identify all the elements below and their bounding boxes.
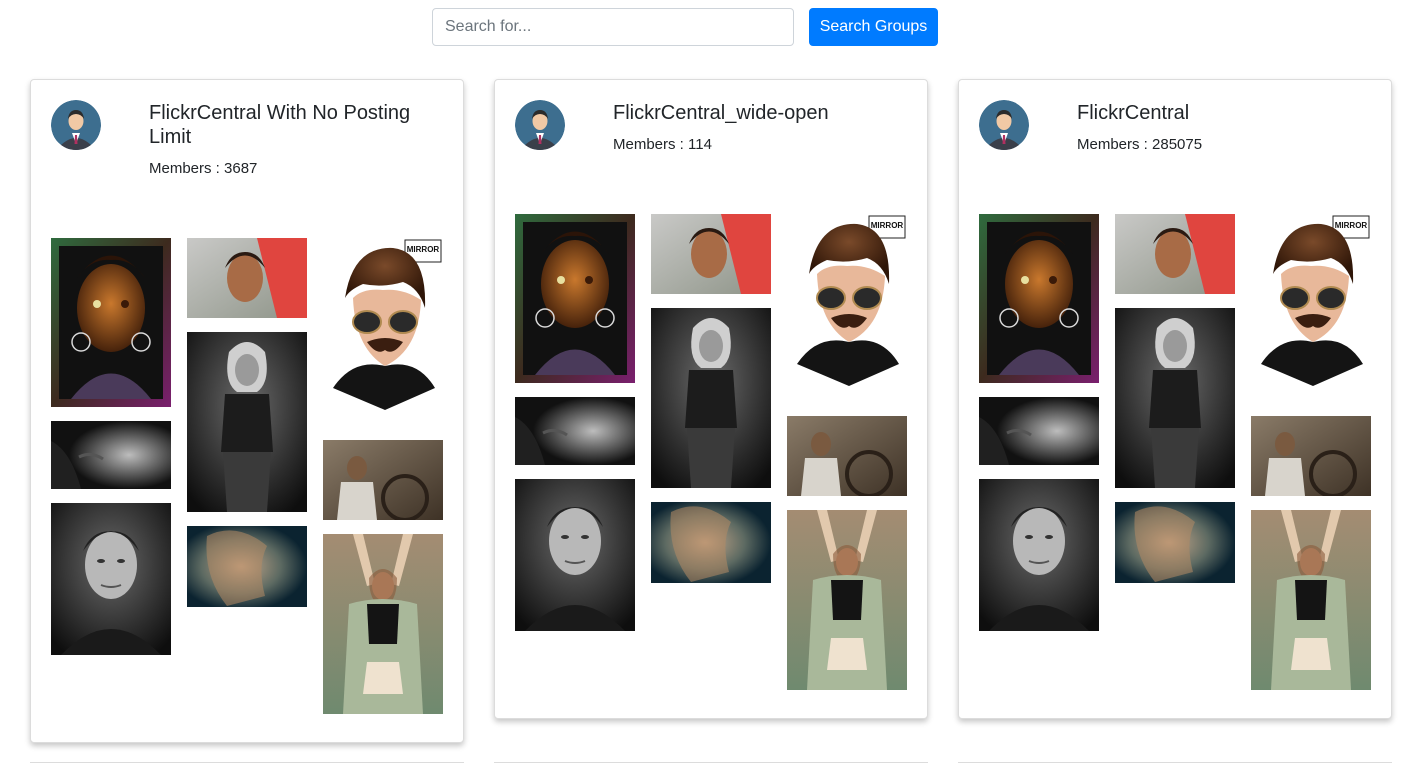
woman-knit-cardigan-image bbox=[1251, 510, 1371, 690]
woman-red-scarf-portrait-image bbox=[187, 238, 307, 318]
man-black-white-portrait-image bbox=[51, 503, 171, 655]
user-avatar-icon bbox=[515, 100, 565, 150]
photo-thumbnail[interactable] bbox=[51, 238, 171, 407]
smoke-black-white-image bbox=[515, 397, 635, 465]
photo-thumbnail[interactable] bbox=[187, 526, 307, 607]
photo-thumbnail[interactable] bbox=[1251, 510, 1371, 690]
photo-thumbnail[interactable] bbox=[787, 510, 907, 690]
members-label: Members bbox=[613, 136, 688, 153]
woman-knit-cardigan-image bbox=[323, 534, 443, 714]
group-title[interactable]: FlickrCentral bbox=[1077, 101, 1367, 125]
photo-thumbnail[interactable] bbox=[515, 214, 635, 383]
photo-thumbnail[interactable] bbox=[651, 214, 771, 294]
photo-thumbnail[interactable] bbox=[51, 503, 171, 655]
members-count: Members3687 bbox=[149, 160, 257, 177]
mirror-glasses-illustration-image: MIRROR bbox=[323, 238, 443, 426]
members-count: Members114 bbox=[613, 136, 712, 153]
members-number: 285075 bbox=[1152, 136, 1203, 153]
man-black-white-portrait-image bbox=[515, 479, 635, 631]
colorful-art-portrait-image bbox=[51, 238, 171, 407]
photo-thumbnail[interactable] bbox=[1115, 214, 1235, 294]
photo-thumbnail[interactable] bbox=[979, 479, 1099, 631]
photo-thumbnail[interactable] bbox=[651, 502, 771, 583]
photo-thumbnail[interactable]: MIRROR bbox=[787, 214, 907, 402]
photo-thumbnail[interactable] bbox=[651, 308, 771, 488]
mirror-glasses-illustration-image: MIRROR bbox=[787, 214, 907, 402]
colorful-art-portrait-image bbox=[979, 214, 1099, 383]
photo-thumbnail[interactable] bbox=[1115, 308, 1235, 488]
street-vendor-cart-image bbox=[1251, 416, 1371, 496]
woman-black-white-portrait-image bbox=[651, 308, 771, 488]
photo-thumbnail[interactable] bbox=[515, 397, 635, 465]
photo-thumbnail[interactable] bbox=[1251, 416, 1371, 496]
group-title[interactable]: FlickrCentral_wide-open bbox=[613, 101, 903, 125]
user-avatar-icon bbox=[51, 100, 101, 150]
photo-thumbnail[interactable] bbox=[979, 397, 1099, 465]
colorful-art-portrait-image bbox=[515, 214, 635, 383]
photo-thumbnail[interactable] bbox=[323, 440, 443, 520]
group-title[interactable]: FlickrCentral With No Posting Limit bbox=[149, 101, 439, 149]
blurred-woman-portrait-image bbox=[187, 526, 307, 607]
street-vendor-cart-image bbox=[323, 440, 443, 520]
woman-black-white-portrait-image bbox=[187, 332, 307, 512]
smoke-black-white-image bbox=[979, 397, 1099, 465]
mirror-logo-text: MIRROR bbox=[407, 245, 440, 254]
next-card-edge bbox=[30, 762, 464, 763]
photo-thumbnail[interactable]: MIRROR bbox=[323, 238, 443, 426]
members-number: 3687 bbox=[224, 160, 258, 177]
mirror-logo-text: MIRROR bbox=[871, 221, 904, 230]
members-label: Members bbox=[1077, 136, 1152, 153]
photo-thumbnail[interactable] bbox=[51, 421, 171, 489]
blurred-woman-portrait-image bbox=[1115, 502, 1235, 583]
search-bar: Search Groups bbox=[432, 8, 938, 46]
woman-black-white-portrait-image bbox=[1115, 308, 1235, 488]
street-vendor-cart-image bbox=[787, 416, 907, 496]
members-count: Members285075 bbox=[1077, 136, 1202, 153]
smoke-black-white-image bbox=[51, 421, 171, 489]
woman-knit-cardigan-image bbox=[787, 510, 907, 690]
photo-thumbnail[interactable] bbox=[187, 332, 307, 512]
members-label: Members bbox=[149, 160, 224, 177]
photo-thumbnail[interactable] bbox=[979, 214, 1099, 383]
photo-thumbnail[interactable] bbox=[323, 534, 443, 714]
group-card[interactable]: FlickrCentral Members285075 bbox=[958, 79, 1392, 719]
photo-thumbnail[interactable] bbox=[787, 416, 907, 496]
photo-thumbnail[interactable] bbox=[1115, 502, 1235, 583]
group-card[interactable]: FlickrCentral_wide-open Members114 bbox=[494, 79, 928, 719]
photo-thumbnail[interactable]: MIRROR bbox=[1251, 214, 1371, 402]
photo-thumbnail[interactable] bbox=[515, 479, 635, 631]
search-groups-button[interactable]: Search Groups bbox=[809, 8, 938, 46]
man-black-white-portrait-image bbox=[979, 479, 1099, 631]
woman-red-scarf-portrait-image bbox=[651, 214, 771, 294]
members-number: 114 bbox=[688, 136, 712, 153]
user-avatar-icon bbox=[979, 100, 1029, 150]
next-card-edge bbox=[494, 762, 928, 763]
photo-thumbnail[interactable] bbox=[187, 238, 307, 318]
woman-red-scarf-portrait-image bbox=[1115, 214, 1235, 294]
mirror-glasses-illustration-image: MIRROR bbox=[1251, 214, 1371, 402]
mirror-logo-text: MIRROR bbox=[1335, 221, 1368, 230]
next-card-edge bbox=[958, 762, 1392, 763]
blurred-woman-portrait-image bbox=[651, 502, 771, 583]
search-input[interactable] bbox=[432, 8, 794, 46]
group-card[interactable]: FlickrCentral With No Posting Limit Memb… bbox=[30, 79, 464, 743]
